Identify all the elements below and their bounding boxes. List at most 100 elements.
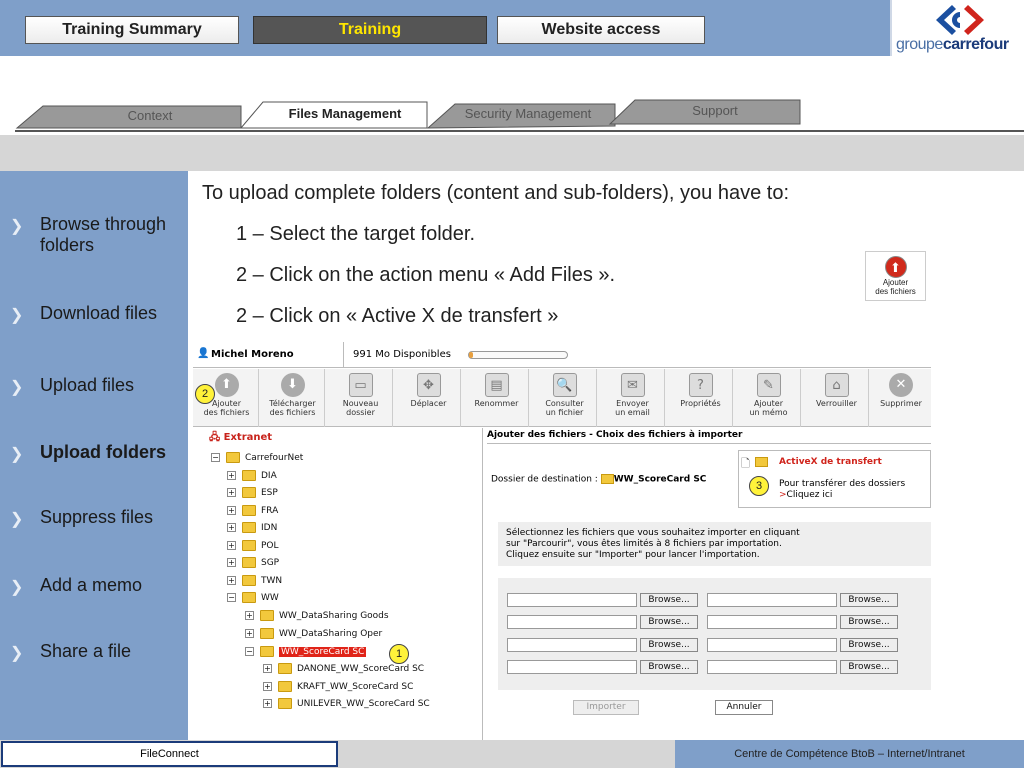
footer-fileconnect: FileConnect [1, 741, 338, 767]
tab-files-management[interactable]: Files Management [270, 103, 420, 127]
folder-icon [278, 698, 292, 709]
tree-item-selected[interactable]: − WW_ScoreCard SC [245, 644, 367, 660]
file-input-6[interactable] [707, 638, 837, 652]
folder-icon [242, 505, 256, 516]
nav-website-access-button[interactable]: Website access [497, 16, 705, 44]
intro-text: To upload complete folders (content and … [202, 182, 790, 204]
cancel-button[interactable]: Annuler [715, 700, 773, 715]
fileconnect-app: 👤 Michel Moreno 991 Mo Disponibles ⬆ Ajou… [193, 342, 931, 740]
tree-item[interactable]: + KRAFT_WW_ScoreCard SC [263, 679, 413, 695]
activex-link[interactable]: >Cliquez ici [779, 490, 832, 500]
download-icon: ⬇ [280, 373, 305, 397]
toolbar-view-file[interactable]: 🔍 Consulter un fichier [533, 369, 597, 427]
callout-badge-3: 3 [749, 476, 769, 496]
file-input-1[interactable] [507, 593, 637, 607]
rename-icon: ▤ [484, 373, 509, 397]
browse-button[interactable]: Browse... [840, 593, 898, 607]
instruction-line: Sélectionnez les fichiers que vous souha… [506, 528, 800, 538]
toolbar-move[interactable]: ✥ Déplacer [397, 369, 461, 427]
sidebar-item-download[interactable]: ❯ Download files [10, 303, 180, 347]
folder-icon [226, 452, 240, 463]
destination-label: Dossier de destination : WW_ScoreCard SC [491, 474, 707, 485]
sidebar-item-browse[interactable]: ❯ Browse through folders [10, 214, 180, 280]
expand-icon: + [227, 506, 236, 515]
chevron-right-icon: ❯ [10, 307, 24, 324]
expand-icon: + [263, 682, 272, 691]
file-input-2[interactable] [707, 593, 837, 607]
view-file-icon: 🔍 [552, 373, 577, 397]
toolbar-lock[interactable]: ⌂ Verrouiller [805, 369, 869, 427]
toolbar-download-files[interactable]: ⬇ Télécharger des fichiers [261, 369, 325, 427]
nav-training-summary-button[interactable]: Training Summary [25, 16, 239, 44]
collapse-icon: − [245, 647, 254, 656]
toolbar-rename[interactable]: ▤ Renommer [465, 369, 529, 427]
footer: FileConnect Centre de Compétence BtoB – … [0, 740, 1024, 768]
tree-item[interactable]: + FRA [227, 503, 278, 519]
tree-item[interactable]: + DIA [227, 468, 277, 484]
tree-item[interactable]: + ESP [227, 485, 278, 501]
tree-root-extranet[interactable]: 🖧 Extranet [209, 430, 272, 446]
collapse-icon: − [211, 453, 220, 462]
chevron-right-icon: ❯ [10, 511, 24, 528]
carrefour-logo: groupecarrefour [890, 0, 1024, 56]
toolbar-delete[interactable]: ✕ Supprimer [869, 369, 931, 427]
sidebar-item-upload-folders[interactable]: ❯ Upload folders [10, 442, 180, 486]
tab-support[interactable]: Support [640, 100, 790, 124]
tree-item[interactable]: + TWN [227, 573, 282, 589]
file-input-7[interactable] [507, 660, 637, 674]
tab-security-management[interactable]: Security Management [453, 103, 603, 127]
toolbar-new-folder[interactable]: ▭ Nouveau dossier [329, 369, 393, 427]
expand-icon: + [245, 629, 254, 638]
expand-icon: + [263, 699, 272, 708]
import-button[interactable]: Importer [573, 700, 639, 715]
app-header: 👤 Michel Moreno 991 Mo Disponibles [193, 342, 931, 368]
chevron-right-icon: ❯ [10, 645, 24, 662]
toolbar-add-memo[interactable]: ✎ Ajouter un mémo [737, 369, 801, 427]
sidebar-item-share[interactable]: ❯ Share a file [10, 641, 180, 663]
browse-button[interactable]: Browse... [640, 615, 698, 629]
browse-button[interactable]: Browse... [840, 615, 898, 629]
folder-icon [242, 487, 256, 498]
callout-badge-1: 1 [389, 644, 409, 664]
expand-icon: + [227, 576, 236, 585]
tree-item[interactable]: + WW_DataSharing Oper [245, 626, 382, 642]
toolbar-properties[interactable]: ? Propriétés [669, 369, 733, 427]
folder-icon [278, 681, 292, 692]
sidebar-item-upload-files[interactable]: ❯ Upload files [10, 375, 180, 397]
activex-title[interactable]: ActiveX de transfert [779, 457, 882, 467]
logo-text: groupecarrefour [896, 36, 1009, 53]
file-input-5[interactable] [507, 638, 637, 652]
tree-item[interactable]: + IDN [227, 520, 277, 536]
lock-icon: ⌂ [824, 373, 849, 397]
tree-item[interactable]: + UNILEVER_WW_ScoreCard SC [263, 696, 430, 712]
tab-context[interactable]: Context [75, 105, 225, 129]
sidebar-item-memo[interactable]: ❯ Add a memo [10, 575, 180, 597]
browse-button[interactable]: Browse... [840, 660, 898, 674]
tree-item[interactable]: − WW [227, 590, 279, 606]
folder-icon [600, 474, 614, 484]
file-input-3[interactable] [507, 615, 637, 629]
tree-item[interactable]: + WW_DataSharing Goods [245, 608, 389, 624]
space-progress-bar [468, 351, 568, 359]
nav-training-button[interactable]: Training [253, 16, 487, 44]
folder-icon [242, 470, 256, 481]
email-icon: ✉ [620, 373, 645, 397]
panel-title: Ajouter des fichiers - Choix des fichier… [487, 430, 743, 440]
browse-button[interactable]: Browse... [640, 593, 698, 607]
file-input-4[interactable] [707, 615, 837, 629]
sidebar-item-suppress[interactable]: ❯ Suppress files [10, 507, 180, 551]
browse-button[interactable]: Browse... [640, 638, 698, 652]
tree-item[interactable]: − CarrefourNet [211, 450, 303, 466]
document-icon: 🗋 [741, 457, 750, 470]
browse-button[interactable]: Browse... [840, 638, 898, 652]
folder-icon [242, 522, 256, 533]
collapse-icon: − [227, 593, 236, 602]
tree-item[interactable]: + POL [227, 538, 279, 554]
new-folder-icon: ▭ [348, 373, 373, 397]
tree-item[interactable]: + SGP [227, 555, 279, 571]
file-input-8[interactable] [707, 660, 837, 674]
folder-icon [260, 610, 274, 621]
toolbar-send-email[interactable]: ✉ Envoyer un email [601, 369, 665, 427]
browse-button[interactable]: Browse... [640, 660, 698, 674]
sidebar: ❯ Browse through folders ❯ Download files … [0, 171, 188, 740]
